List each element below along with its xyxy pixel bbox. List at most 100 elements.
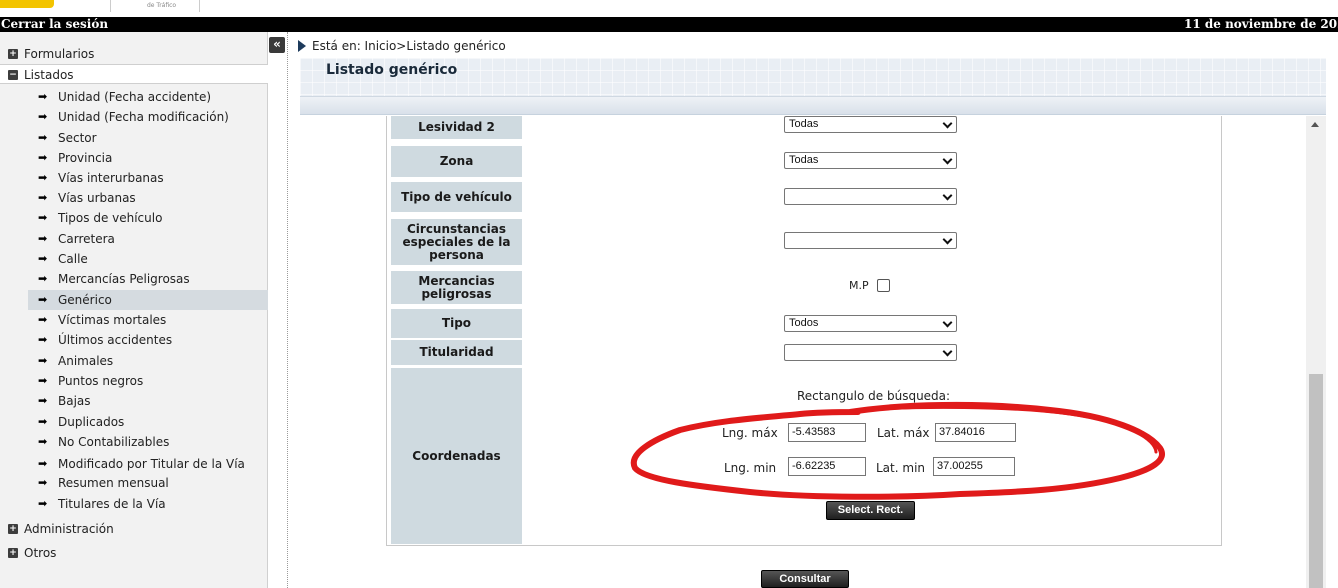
lesividad-select[interactable]: Todas [784, 116, 957, 133]
sidebar-item-carretera[interactable]: ➡ Carretera [28, 229, 268, 249]
arrow-right-icon: ➡ [38, 313, 48, 326]
lat-max-label: Lat. máx [877, 426, 930, 440]
sidebar-group-label: Listados [24, 68, 74, 82]
arrow-right-icon: ➡ [38, 293, 48, 306]
top-logo-strip: de Tráfico [0, 0, 1338, 17]
label-tipo-vehiculo: Tipo de vehículo [391, 182, 522, 212]
sidebar-item-unidad-fecha-accidente[interactable]: ➡ Unidad (Fecha accidente) [28, 87, 268, 107]
sidebar-item-label: Duplicados [58, 415, 125, 429]
vertical-scrollbar[interactable] [1306, 116, 1326, 588]
government-logo [0, 0, 54, 8]
arrow-right-icon: ➡ [38, 497, 48, 510]
tipo-vehiculo-select[interactable] [784, 188, 957, 205]
dgt-logo: de Tráfico [110, 0, 200, 12]
current-date: 11 de noviembre de 202 [1184, 17, 1338, 31]
sidebar-item-label: Puntos negros [58, 374, 144, 388]
sidebar-item-label: Unidad (Fecha accidente) [58, 90, 212, 104]
sidebar-item-provincia[interactable]: ➡ Provincia [28, 148, 268, 168]
sidebar-item-label: Titulares de la Vía [58, 497, 166, 511]
banner-toolbar [300, 96, 1326, 114]
lat-min-label: Lat. min [876, 461, 926, 475]
sidebar-item-vias-urbanas[interactable]: ➡ Vías urbanas [28, 188, 268, 208]
expand-icon[interactable]: + [8, 524, 18, 534]
scroll-thumb[interactable] [1309, 374, 1323, 588]
logout-link[interactable]: Cerrar la sesión [1, 17, 108, 32]
expand-icon[interactable]: + [8, 548, 18, 558]
sidebar-item-tipos-de-vehiculo[interactable]: ➡ Tipos de vehículo [28, 208, 268, 228]
select-rect-button[interactable]: Select. Rect. [826, 501, 915, 520]
arrow-right-icon: ➡ [38, 232, 48, 245]
sidebar-item-label: Tipos de vehículo [58, 211, 163, 225]
sidebar-item-no-contabilizables[interactable]: ➡ No Contabilizables [28, 432, 268, 452]
sidebar-item-victimas-mortales[interactable]: ➡ Víctimas mortales [28, 310, 268, 330]
chevron-down-icon [942, 190, 953, 201]
zona-select[interactable]: Todas [784, 152, 957, 169]
lng-min-input[interactable]: -6.62235 [788, 457, 866, 476]
lat-min-input[interactable]: 37.00255 [933, 457, 1015, 476]
tipo-select[interactable]: Todos [784, 315, 957, 332]
sidebar-group-formularios[interactable]: + Formularios [0, 44, 268, 64]
select-value: Todas [789, 118, 819, 130]
label-lesividad: Lesividad 2 [391, 116, 522, 139]
titularidad-select[interactable] [784, 344, 957, 361]
arrow-right-icon: ➡ [38, 394, 48, 407]
sidebar-item-titulares-de-la-via[interactable]: ➡ Titulares de la Vía [28, 494, 268, 514]
sidebar-item-calle[interactable]: ➡ Calle [28, 249, 268, 269]
sidebar-item-puntos-negros[interactable]: ➡ Puntos negros [28, 371, 268, 391]
sidebar-item-label: Animales [58, 354, 114, 368]
arrow-right-icon: ➡ [38, 374, 48, 387]
mp-label: M.P [849, 279, 869, 292]
sidebar-item-sector[interactable]: ➡ Sector [28, 128, 268, 148]
sidebar-item-vias-interurbanas[interactable]: ➡ Vías interurbanas [28, 168, 268, 188]
arrow-right-icon: ➡ [38, 90, 48, 103]
sidebar-item-generico[interactable]: ➡ Genérico [28, 290, 268, 310]
sidebar-item-bajas[interactable]: ➡ Bajas [28, 391, 268, 411]
sidebar-group-administracion[interactable]: + Administración [0, 519, 268, 539]
expand-icon[interactable]: + [8, 49, 18, 59]
sidebar-item-animales[interactable]: ➡ Animales [28, 351, 268, 371]
sidebar-group-label: Administración [24, 522, 114, 536]
arrow-right-icon: ➡ [38, 415, 48, 428]
sidebar-divider[interactable] [287, 32, 288, 588]
chevron-down-icon [942, 317, 953, 328]
sidebar-item-duplicados[interactable]: ➡ Duplicados [28, 412, 268, 432]
sidebar-item-label: Provincia [58, 151, 113, 165]
collapse-sidebar-button[interactable]: « [269, 37, 285, 53]
arrow-right-icon: ➡ [38, 191, 48, 204]
consultar-button[interactable]: Consultar [761, 570, 849, 588]
logo-caption: de Tráfico [147, 2, 177, 9]
lng-max-input[interactable]: -5.43583 [788, 423, 866, 442]
page-title: Listado genérico [326, 62, 458, 78]
mp-checkbox[interactable] [877, 279, 890, 292]
breadcrumb-text[interactable]: Está en: Inicio>Listado genérico [312, 39, 506, 53]
sidebar-item-ultimos-accidentes[interactable]: ➡ Últimos accidentes [28, 330, 268, 350]
label-titularidad: Titularidad [391, 340, 522, 365]
arrow-right-icon: ➡ [38, 131, 48, 144]
sidebar-item-modificado-por-titular[interactable]: ➡ Modificado por Titular de la Vía [28, 454, 268, 474]
arrow-right-icon: ➡ [38, 333, 48, 346]
chevron-down-icon [942, 234, 953, 245]
sidebar-group-otros[interactable]: + Otros [0, 543, 268, 563]
arrow-right-icon: ➡ [38, 272, 48, 285]
sidebar-group-listados[interactable]: − Listados [0, 64, 268, 84]
circunstancias-select[interactable] [784, 232, 957, 249]
sidebar-item-label: Sector [58, 131, 97, 145]
collapse-icon[interactable]: − [8, 70, 18, 80]
sidebar-item-resumen-mensual[interactable]: ➡ Resumen mensual [28, 473, 268, 493]
scroll-up-icon[interactable] [1311, 122, 1319, 127]
sidebar-item-label: Unidad (Fecha modificación) [58, 110, 229, 124]
label-mercancias: Mercancias peligrosas [391, 271, 522, 304]
search-rectangle-title: Rectangulo de búsqueda: [797, 389, 951, 403]
lat-max-input[interactable]: 37.84016 [935, 423, 1016, 442]
sidebar-item-label: Últimos accidentes [58, 333, 173, 347]
arrow-right-icon: ➡ [38, 171, 48, 184]
label-zona: Zona [391, 146, 522, 177]
sidebar-item-mercancias-peligrosas[interactable]: ➡ Mercancías Peligrosas [28, 269, 268, 289]
breadcrumb: Está en: Inicio>Listado genérico [298, 38, 506, 54]
sidebar-group-label: Otros [24, 546, 57, 560]
sidebar-item-label: Carretera [58, 232, 115, 246]
play-icon [298, 39, 306, 52]
sidebar-item-unidad-fecha-modificacion[interactable]: ➡ Unidad (Fecha modificación) [28, 107, 268, 127]
arrow-right-icon: ➡ [38, 354, 48, 367]
chevron-down-icon [942, 118, 953, 129]
